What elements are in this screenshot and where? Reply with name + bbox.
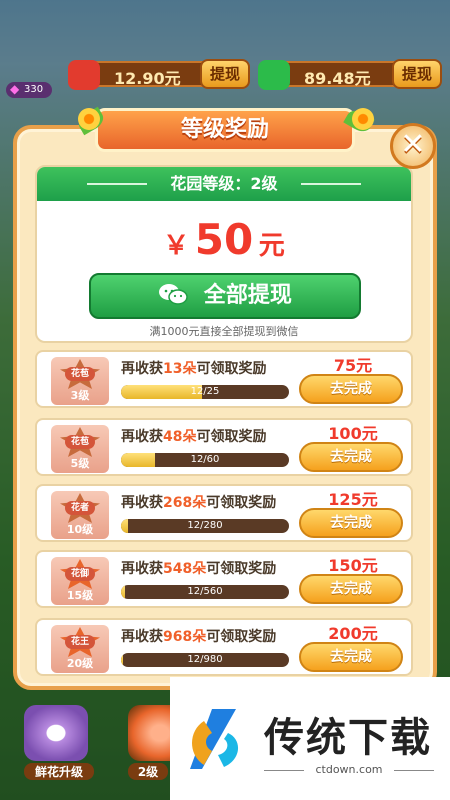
reward-amount: 150元 [328,556,378,575]
close-button[interactable]: ✕ [390,123,436,169]
task-description: 再收获13朵可领取奖励 [121,358,266,378]
badge-level: 3级 [70,389,90,402]
progress-bar: 12/980 [121,653,289,667]
badge-title: 花苞 [65,367,95,381]
watermark: 传统下载 ctdown.com [170,677,450,800]
task-row: 花御 15级 再收获548朵可领取奖励 12/560 150元 去完成 [35,550,413,608]
level-badge: 花苞 5级 [51,425,109,473]
progress-bar: 12/560 [121,585,289,599]
badge-level: 5级 [70,457,90,470]
modal-title: 等级奖励 [95,108,355,152]
watermark-url: ctdown.com [264,763,434,776]
amount-currency: ￥ [163,231,190,261]
badge-title: 花御 [65,567,95,581]
garden-level-label: 2级 [128,763,168,780]
withdraw-all-button[interactable]: 全部提现 [89,273,361,319]
task-row: 花者 10级 再收获268朵可领取奖励 12/280 125元 去完成 [35,484,413,542]
task-count: 548朵 [163,561,207,577]
progress-text: 12/980 [187,654,223,665]
task-suffix: 可领取奖励 [196,361,267,377]
flower-upgrade-button[interactable]: 鲜花升级 [24,705,94,785]
watermark-title: 传统下载 [264,715,432,761]
go-complete-button[interactable]: 去完成 [299,374,403,404]
task-suffix: 可领取奖励 [206,629,277,645]
progress-text: 12/60 [190,454,220,465]
task-row: 花苞 5级 再收获48朵可领取奖励 12/60 100元 去完成 [35,418,413,476]
gem-counter: 330 [6,81,52,98]
progress-text: 12/25 [190,386,220,397]
flower-decoration [78,108,100,130]
go-complete-button[interactable]: 去完成 [299,508,403,538]
task-row: 花苞 3级 再收获13朵可领取奖励 12/25 75元 去完成 [35,350,413,408]
badge-title: 花苞 [65,435,95,449]
task-suffix: 可领取奖励 [206,495,277,511]
wechat-icon [258,60,290,90]
progress-bar: 12/280 [121,519,289,533]
divider [87,183,147,185]
red-packet-balance: 12.90元 提现 [68,59,250,90]
task-suffix: 可领取奖励 [206,561,277,577]
task-prefix: 再收获 [121,629,163,645]
task-prefix: 再收获 [121,561,163,577]
progress-text: 12/280 [187,520,223,531]
wechat-balance: 89.48元 提现 [258,59,442,90]
withdraw-all-label: 全部提现 [203,283,292,308]
level-badge: 花御 15级 [51,557,109,605]
level-badge: 花苞 3级 [51,357,109,405]
withdraw-hint: 满1000元直接全部提现到微信 [149,325,299,338]
reward-summary-panel: 花园等级：2级 ￥ 50 元 全部提现 满1000元直接全部提现到微信 [35,165,413,343]
badge-title: 花者 [65,501,95,515]
garden-level-header: 花园等级：2级 [37,167,411,201]
divider [301,183,361,185]
amount-value: 50 [194,215,254,264]
task-suffix: 可领取奖励 [196,429,267,445]
wechat-value: 89.48元 [304,69,371,88]
flower-upgrade-label: 鲜花升级 [24,763,94,780]
task-row: 花王 20级 再收获968朵可领取奖励 12/980 200元 去完成 [35,618,413,676]
ctdown-logo-icon [182,703,254,775]
task-count: 268朵 [163,495,207,511]
task-prefix: 再收获 [121,429,163,445]
reward-amount: 100元 [328,424,378,443]
reward-amount: 125元 [328,490,378,509]
progress-bar: 12/60 [121,453,289,467]
task-prefix: 再收获 [121,361,163,377]
badge-level: 10级 [66,523,94,536]
reward-amount: ￥ 50 元 [37,215,411,264]
red-packet-value: 12.90元 [114,69,181,88]
reward-amount: 200元 [328,624,378,643]
go-complete-button[interactable]: 去完成 [299,574,403,604]
red-packet-icon [68,60,100,90]
progress-bar: 12/25 [121,385,289,399]
reward-amount: 75元 [333,356,373,375]
level-badge: 花王 20级 [51,625,109,673]
badge-level: 15级 [66,589,94,602]
badge-level: 20级 [66,657,94,670]
flower-icon [24,705,88,761]
badge-title: 花王 [65,635,95,649]
top-currency-bar: 12.90元 提现 89.48元 提现 [0,55,450,95]
task-count: 968朵 [163,629,207,645]
garden-level-text: 花园等级：2级 [170,174,278,193]
amount-unit: 元 [258,231,285,261]
task-description: 再收获48朵可领取奖励 [121,426,266,446]
flower-decoration [352,108,374,130]
task-count: 48朵 [163,429,197,445]
task-description: 再收获968朵可领取奖励 [121,626,276,646]
progress-text: 12/560 [187,586,223,597]
go-complete-button[interactable]: 去完成 [299,642,403,672]
task-prefix: 再收获 [121,495,163,511]
task-description: 再收获268朵可领取奖励 [121,492,276,512]
wechat-icon [158,278,188,305]
go-complete-button[interactable]: 去完成 [299,442,403,472]
level-badge: 花者 10级 [51,491,109,539]
red-packet-withdraw-button[interactable]: 提现 [200,59,250,89]
task-description: 再收获548朵可领取奖励 [121,558,276,578]
wechat-withdraw-button[interactable]: 提现 [392,59,442,89]
task-count: 13朵 [163,361,197,377]
